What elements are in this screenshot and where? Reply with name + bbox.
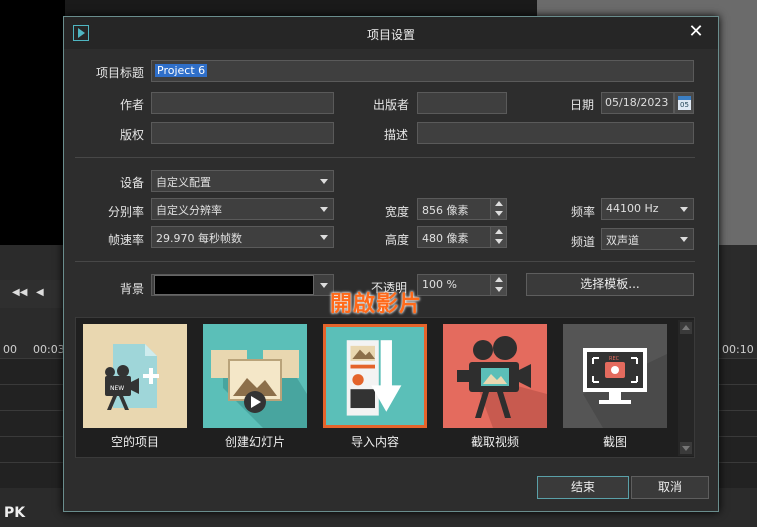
template-label: 导入内容 bbox=[350, 435, 399, 449]
arrow-down-icon[interactable] bbox=[495, 287, 503, 292]
svg-text:REC: REC bbox=[609, 356, 620, 362]
framerate-label: 帧速率 bbox=[108, 233, 145, 247]
preview-area bbox=[0, 0, 65, 245]
section-divider bbox=[75, 261, 695, 262]
opacity-value: 100 % bbox=[422, 278, 457, 291]
device-value: 自定义配置 bbox=[156, 176, 211, 189]
slideshow-icon bbox=[203, 324, 307, 428]
copyright-input[interactable] bbox=[151, 122, 334, 144]
description-label: 描述 bbox=[384, 128, 409, 142]
copyright-label: 版权 bbox=[120, 128, 145, 142]
template-empty-project[interactable]: NEW 空的项目 bbox=[83, 324, 189, 454]
project-title-label: 项目标题 bbox=[96, 66, 145, 80]
dialog-title: 项目设置 bbox=[366, 28, 415, 42]
opacity-spin-buttons[interactable] bbox=[490, 275, 506, 295]
ruler-tick: 00:10 bbox=[722, 343, 754, 356]
frequency-value: 44100 Hz bbox=[606, 202, 659, 215]
ruler-tick: 00:03 bbox=[33, 343, 65, 356]
template-label: 截图 bbox=[602, 435, 627, 449]
template-capture-video[interactable]: 截取视频 bbox=[443, 324, 549, 454]
scroll-up-icon[interactable] bbox=[680, 322, 692, 334]
timeline-toolbar bbox=[0, 280, 70, 308]
height-label: 高度 bbox=[385, 233, 410, 247]
date-label: 日期 bbox=[570, 98, 595, 112]
frequency-select[interactable]: 44100 Hz bbox=[601, 198, 694, 220]
channel-value: 双声道 bbox=[606, 234, 639, 247]
chevron-down-icon bbox=[320, 207, 328, 212]
calendar-button[interactable]: 05 bbox=[674, 92, 694, 114]
arrow-up-icon[interactable] bbox=[495, 277, 503, 282]
template-gallery: NEW 空的项目 创建幻灯片 导入内容 截取视频 REC 截图 bbox=[75, 317, 695, 458]
chevron-down-icon bbox=[320, 179, 328, 184]
frequency-label: 频率 bbox=[571, 205, 596, 219]
width-stepper[interactable]: 856 像素 bbox=[417, 198, 507, 220]
device-select[interactable]: 自定义配置 bbox=[151, 170, 334, 192]
background-panel-right bbox=[718, 0, 757, 250]
select-template-button[interactable]: 选择模板... bbox=[526, 273, 694, 296]
capture-video-icon bbox=[443, 324, 547, 428]
arrow-up-icon[interactable] bbox=[495, 229, 503, 234]
author-input[interactable] bbox=[151, 92, 334, 114]
svg-text:NEW: NEW bbox=[110, 385, 124, 392]
channel-select[interactable]: 双声道 bbox=[601, 228, 694, 250]
chevron-down-icon bbox=[320, 283, 328, 288]
project-title-value: Project 6 bbox=[155, 64, 208, 77]
arrow-down-icon[interactable] bbox=[495, 211, 503, 216]
ruler-tick: 00 bbox=[3, 343, 17, 356]
chevron-down-icon bbox=[320, 235, 328, 240]
device-label: 设备 bbox=[120, 176, 145, 190]
height-spin-buttons[interactable] bbox=[490, 227, 506, 247]
scroll-down-icon[interactable] bbox=[680, 442, 692, 454]
chevron-down-icon bbox=[680, 237, 688, 242]
resolution-value: 自定义分辨率 bbox=[156, 204, 222, 217]
project-title-input[interactable]: Project 6 bbox=[151, 60, 694, 82]
cancel-button[interactable]: 取消 bbox=[631, 476, 709, 499]
publisher-input[interactable] bbox=[417, 92, 507, 114]
framerate-value: 29.970 每秒帧数 bbox=[156, 232, 242, 245]
author-label: 作者 bbox=[120, 98, 145, 112]
calendar-icon: 05 bbox=[678, 96, 691, 110]
watermark-logo: PK bbox=[4, 505, 26, 521]
project-settings-dialog: 项目设置 ✕ 项目标题 Project 6 作者 出版者 日期 05/18/20… bbox=[63, 16, 719, 512]
template-label: 创建幻灯片 bbox=[224, 435, 285, 449]
channel-label: 频道 bbox=[571, 235, 596, 249]
template-label: 截取视频 bbox=[470, 435, 519, 449]
import-content-icon bbox=[323, 324, 427, 428]
width-spin-buttons[interactable] bbox=[490, 199, 506, 219]
chevron-down-icon bbox=[680, 207, 688, 212]
width-label: 宽度 bbox=[385, 205, 410, 219]
annotation-label: 開啟影片 bbox=[330, 292, 423, 317]
height-value: 480 像素 bbox=[422, 232, 469, 245]
empty-project-icon: NEW bbox=[83, 324, 187, 428]
dialog-titlebar[interactable]: 项目设置 ✕ bbox=[64, 17, 718, 49]
rewind-icon[interactable]: ◀◀ bbox=[12, 287, 27, 298]
width-value: 856 像素 bbox=[422, 204, 469, 217]
template-label: 空的项目 bbox=[110, 435, 159, 449]
publisher-label: 出版者 bbox=[373, 98, 410, 112]
template-slideshow[interactable]: 创建幻灯片 bbox=[203, 324, 309, 454]
arrow-up-icon[interactable] bbox=[495, 201, 503, 206]
opacity-stepper[interactable]: 100 % bbox=[417, 274, 507, 296]
background-color-select[interactable] bbox=[151, 274, 334, 296]
color-swatch bbox=[154, 275, 314, 295]
gallery-scrollbar[interactable] bbox=[678, 320, 694, 456]
section-divider bbox=[75, 157, 695, 158]
framerate-select[interactable]: 29.970 每秒帧数 bbox=[151, 226, 334, 248]
close-button[interactable]: ✕ bbox=[686, 22, 706, 42]
screenshot-icon: REC bbox=[563, 324, 667, 428]
finish-button[interactable]: 结束 bbox=[537, 476, 629, 499]
date-input[interactable]: 05/18/2023 bbox=[601, 92, 674, 114]
height-stepper[interactable]: 480 像素 bbox=[417, 226, 507, 248]
template-import-content[interactable]: 导入内容 bbox=[323, 324, 429, 454]
description-input[interactable] bbox=[417, 122, 694, 144]
step-back-icon[interactable]: ◀ bbox=[36, 287, 44, 298]
arrow-down-icon[interactable] bbox=[495, 239, 503, 244]
resolution-label: 分别率 bbox=[108, 205, 145, 219]
template-screenshot[interactable]: REC 截图 bbox=[563, 324, 669, 454]
background-label: 背景 bbox=[120, 282, 145, 296]
resolution-select[interactable]: 自定义分辨率 bbox=[151, 198, 334, 220]
